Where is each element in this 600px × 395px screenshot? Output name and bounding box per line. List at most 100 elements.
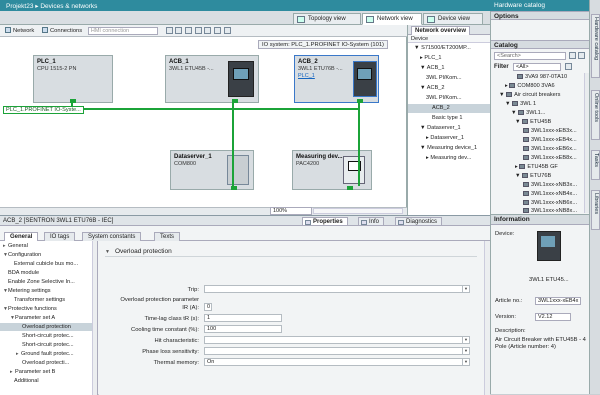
nav-item[interactable]: BDA module <box>0 269 92 277</box>
subtab-general[interactable]: General <box>4 232 39 241</box>
tab-properties[interactable]: Properties <box>302 217 348 226</box>
device-dataserver1[interactable]: Dataserver_1 COM800 <box>170 150 254 190</box>
catalog-title[interactable]: Catalog <box>491 40 590 49</box>
overview-row[interactable]: Basic type 1 <box>408 114 491 123</box>
overview-row[interactable]: ▼ Dataserver_1 <box>408 124 491 133</box>
tr-input[interactable]: 1 <box>204 314 282 322</box>
task-tab-hardware-catalog[interactable]: Hardware catalog <box>591 14 600 78</box>
nav-item-selected[interactable]: Overload protection <box>0 323 92 331</box>
grid-icon[interactable] <box>175 27 183 34</box>
tab-topology-view[interactable]: Topology view <box>293 13 361 25</box>
search-next-icon[interactable] <box>578 52 585 59</box>
content-scrollbar[interactable] <box>484 241 490 395</box>
nav-item[interactable]: ▼Configuration <box>0 251 92 259</box>
subtab-io-tags[interactable]: IO tags <box>44 232 76 241</box>
nav-item[interactable]: ▸ General <box>0 242 92 250</box>
catalog-item[interactable]: 3WL1xxx-xNB6x... <box>491 199 590 207</box>
trip-select[interactable]: ▼ <box>204 285 470 293</box>
task-tab-online-tools[interactable]: Online tools <box>591 90 600 140</box>
list-icon[interactable] <box>194 27 202 34</box>
nav-item[interactable]: Enable Zone Selective In... <box>0 278 92 286</box>
overview-row[interactable]: 3WL Pl/Kom... <box>408 74 491 83</box>
filter-settings-icon[interactable] <box>565 63 572 70</box>
catalog-item[interactable]: ▼ 3WL 1 <box>491 100 590 108</box>
catalog-item[interactable]: ▸ ETU45B GF <box>491 163 590 171</box>
relation-icon[interactable] <box>165 27 173 34</box>
profinet-port[interactable] <box>231 186 237 190</box>
tab-device-view[interactable]: Device view <box>423 13 483 25</box>
folder-icon <box>506 92 513 98</box>
network-button[interactable]: Network <box>3 27 36 35</box>
device-acb1[interactable]: ACB_1 3WL1 ETU45B -... <box>165 55 259 103</box>
thermal-select[interactable]: On ▼ <box>204 358 470 366</box>
overview-row-selected[interactable]: ACB_2 <box>408 104 491 113</box>
nav-item[interactable]: ▸ Parameter set B <box>0 368 92 376</box>
tab-diagnostics[interactable]: Diagnostics <box>395 217 443 226</box>
search-icon[interactable] <box>569 52 576 59</box>
info-version-select[interactable]: V2.12 <box>535 313 571 321</box>
device-acb2[interactable]: ACB_2 3WL1 ETU76B -... PLC_1 <box>294 55 379 103</box>
device-measuring[interactable]: Measuring dev... PAC4200 <box>292 150 372 190</box>
subtab-texts[interactable]: Texts <box>154 232 181 241</box>
nav-item[interactable]: ▸ Ground fault protec... <box>0 350 92 358</box>
filter-select[interactable]: <All> <box>513 63 561 71</box>
connections-button[interactable]: Connections <box>40 27 84 35</box>
nav-item[interactable]: ▼Protective functions <box>0 305 92 313</box>
nav-item[interactable]: Overload protecti... <box>0 359 92 367</box>
task-tab-libraries[interactable]: Libraries <box>591 190 600 230</box>
tab-network-overview[interactable]: Network overview <box>411 26 471 35</box>
nav-item[interactable]: Additional <box>0 377 92 385</box>
nav-item[interactable]: ▼Metering settings <box>0 287 92 295</box>
zoom-select[interactable]: 100% <box>270 207 312 215</box>
hit-select[interactable]: ▼ <box>204 336 470 344</box>
catalog-item[interactable]: 3WL1xxx-xEB8x... <box>491 154 590 162</box>
catalog-item[interactable]: ▼ ETU76B <box>491 172 590 180</box>
nav-item[interactable]: Transformer settings <box>0 296 92 304</box>
subtab-system-constants[interactable]: System constants <box>82 232 142 241</box>
nav-item[interactable]: External cubicle bus mo... <box>0 260 92 268</box>
overview-row[interactable]: ▸ PLC_1 <box>408 54 491 63</box>
hmi-connection-select[interactable]: HMI connection <box>87 27 158 35</box>
catalog-item[interactable]: 3WL1xxx-xNB4x... <box>491 190 590 198</box>
nav-scrollbar[interactable] <box>92 241 97 395</box>
catalog-item[interactable]: 3WL1xxx-xEB3x... <box>491 127 590 135</box>
overview-row[interactable]: ▸ Dataserver_1 <box>408 134 491 143</box>
ir-input[interactable]: 0 <box>204 303 212 311</box>
catalog-item[interactable]: 3WL1xxx-xEB4x... <box>491 136 590 144</box>
canvas-scrollbar[interactable] <box>313 208 403 214</box>
plc-link[interactable]: PLC_1 <box>298 73 315 79</box>
overview-row[interactable]: ▼ Measuring device_1 <box>408 144 491 153</box>
catalog-item[interactable]: ▼ 3WL1... <box>491 109 590 117</box>
nav-item[interactable]: Short-circuit protec... <box>0 332 92 340</box>
device-plc1[interactable]: PLC_1 CPU 1515-2 PN <box>33 55 113 103</box>
nav-item[interactable]: Short-circuit protec... <box>0 341 92 349</box>
information-title[interactable]: Information <box>491 215 590 225</box>
profinet-port[interactable] <box>347 186 353 190</box>
catalog-item[interactable]: 3WL1xxx-xNB3x... <box>491 181 590 189</box>
task-tab-tasks[interactable]: Tasks <box>591 150 600 180</box>
cooling-input[interactable]: 100 <box>204 325 282 333</box>
catalog-item[interactable]: ▼ Air circuit breakers <box>491 91 590 99</box>
zoom-in-icon[interactable] <box>204 27 212 34</box>
fit-icon[interactable] <box>223 27 231 34</box>
nav-item[interactable]: ▼Parameter set A <box>0 314 92 322</box>
tab-info[interactable]: Info <box>358 217 385 226</box>
overview-row[interactable]: ▼ ACB_1 <box>408 64 491 73</box>
catalog-item[interactable]: 3VA9 987-0TA10 <box>491 73 590 81</box>
section-header[interactable]: ▼ Overload protection <box>105 248 172 255</box>
profinet-network-label[interactable]: PLC_1.PROFINET IO-Syste... <box>3 106 84 114</box>
overview-row[interactable]: 3WL Pl/Kom... <box>408 94 491 103</box>
table-icon[interactable] <box>184 27 192 34</box>
overview-row[interactable]: ▸ Measuring dev... <box>408 154 491 163</box>
tab-network-view[interactable]: Network view <box>362 13 422 25</box>
zoom-out-icon[interactable] <box>213 27 221 34</box>
overview-row[interactable]: ▼ ACB_2 <box>408 84 491 93</box>
catalog-item[interactable]: ▸ COM800 3VA6 <box>491 82 590 90</box>
overview-row[interactable]: ▼ S71500/ET200MP... <box>408 44 491 53</box>
filter-label[interactable]: Filter <box>494 64 509 70</box>
catalog-item[interactable]: ▼ ETU45B <box>491 118 590 126</box>
module-icon <box>523 128 529 134</box>
catalog-item[interactable]: 3WL1xxx-xEB6x... <box>491 145 590 153</box>
catalog-search-input[interactable]: <Search> <box>494 52 566 60</box>
phase-select[interactable]: ▼ <box>204 347 470 355</box>
